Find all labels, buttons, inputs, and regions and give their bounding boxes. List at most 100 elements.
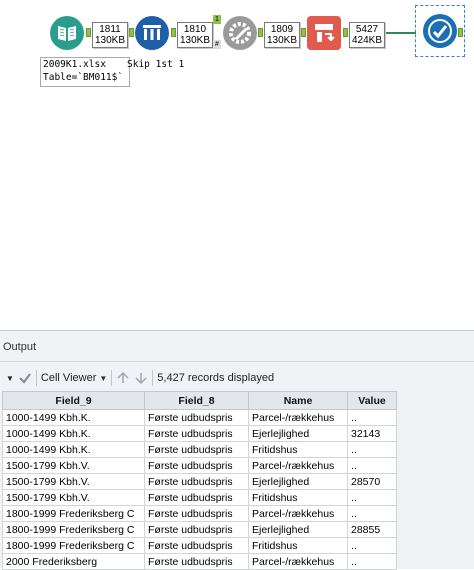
column-header[interactable]: Value — [347, 391, 397, 410]
table-cell[interactable]: .. — [347, 409, 397, 426]
table-cell[interactable]: Første udbudspris — [144, 457, 249, 474]
table-cell[interactable]: .. — [347, 537, 397, 554]
table-row[interactable]: 1000-1499 Kbh.K. Første udbudspris Parcel-… — [2, 409, 397, 426]
menu-dropdown-button[interactable]: ▼ — [6, 369, 14, 387]
record-count: 5427 — [355, 24, 379, 35]
table-cell[interactable]: 1500-1799 Kbh.V. — [2, 489, 145, 506]
cell-viewer-label: Cell Viewer — [40, 372, 97, 384]
table-cell[interactable]: Parcel-/rækkehus — [248, 409, 348, 426]
table-cell[interactable]: 1800-1999 Frederiksberg C — [2, 537, 145, 554]
table-row[interactable]: 1500-1799 Kbh.V. Første udbudspris Fritids… — [2, 489, 397, 506]
arrow-up-icon — [117, 371, 129, 383]
table-cell[interactable]: 2000 Frederiksberg — [2, 553, 145, 570]
table-row[interactable]: 1500-1799 Kbh.V. Første udbudspris Ejerlej… — [2, 473, 397, 490]
scroll-down-button[interactable] — [134, 369, 148, 387]
output-panel: Output ▼ Cell Viewer ▼ 5,427 records dis… — [0, 330, 474, 570]
table-cell[interactable]: Fritidshus — [248, 489, 348, 506]
workflow-canvas[interactable]: 1811 130KB 1810 130KB 1 # 1809 130KB 542… — [0, 0, 474, 330]
table-cell[interactable]: Første udbudspris — [144, 441, 249, 458]
table-cell[interactable]: Ejerlejlighed — [248, 425, 348, 442]
table-cell[interactable]: Første udbudspris — [144, 489, 249, 506]
column-header[interactable]: Field_9 — [2, 391, 145, 410]
column-header[interactable]: Field_8 — [144, 391, 249, 410]
output-anchor[interactable] — [258, 28, 263, 37]
table-row[interactable]: 1000-1499 Kbh.K. Første udbudspris Fritids… — [2, 441, 397, 458]
input-anchor[interactable] — [301, 28, 306, 37]
dynamic-rename-icon[interactable] — [223, 16, 257, 50]
table-cell[interactable]: Første udbudspris — [144, 505, 249, 522]
table-cell[interactable]: 1000-1499 Kbh.K. — [2, 409, 145, 426]
divider — [152, 370, 154, 386]
data-size: 130KB — [179, 35, 211, 46]
table-cell[interactable]: .. — [347, 505, 397, 522]
check-button[interactable] — [18, 369, 32, 387]
table-cell[interactable]: Fritidshus — [248, 441, 348, 458]
badge-icon: 1 — [213, 15, 221, 24]
browse-check-icon[interactable] — [423, 14, 457, 48]
results-toolbar: ▼ Cell Viewer ▼ 5,427 records displayed — [0, 367, 474, 389]
table-cell[interactable]: .. — [347, 441, 397, 458]
output-anchor[interactable] — [86, 28, 91, 37]
data-size: 130KB — [94, 35, 126, 46]
cell-viewer-dropdown[interactable]: Cell Viewer ▼ — [41, 369, 107, 387]
checkmark-icon — [19, 373, 31, 384]
table-cell[interactable]: 1000-1499 Kbh.K. — [2, 425, 145, 442]
output-anchor[interactable] — [458, 28, 463, 37]
table-cell[interactable]: 32143 — [347, 425, 397, 442]
select-records-icon[interactable] — [135, 16, 169, 50]
table-cell[interactable]: Første udbudspris — [144, 537, 249, 554]
table-cell[interactable]: Første udbudspris — [144, 473, 249, 490]
table-cell[interactable]: Ejerlejlighed — [248, 521, 348, 538]
table-row[interactable]: 1800-1999 Frederiksberg C Første udbudspr… — [2, 537, 397, 554]
table-cell[interactable]: Første udbudspris — [144, 553, 249, 570]
table-cell[interactable]: .. — [347, 457, 397, 474]
table-cell[interactable]: Parcel-/rækkehus — [248, 553, 348, 570]
connection-line[interactable] — [386, 32, 416, 34]
table-cell[interactable]: Parcel-/rækkehus — [248, 457, 348, 474]
chevron-down-icon: ▼ — [6, 373, 14, 383]
arrow-down-icon — [135, 373, 147, 385]
table-cell[interactable]: 1500-1799 Kbh.V. — [2, 457, 145, 474]
table-row[interactable]: 1000-1499 Kbh.K. Første udbudspris Ejerlej… — [2, 425, 397, 442]
input-data-book-icon[interactable] — [50, 16, 84, 50]
table-row[interactable]: 2000 Frederiksberg Første udbudspris Parce… — [2, 553, 397, 570]
table-row[interactable]: 1800-1999 Frederiksberg C Første udbudspr… — [2, 521, 397, 538]
output-anchor[interactable] — [343, 28, 348, 37]
input-anchor[interactable] — [129, 28, 134, 37]
table-cell[interactable]: 28855 — [347, 521, 397, 538]
table-cell[interactable]: Første udbudspris — [144, 521, 249, 538]
data-size: 424KB — [351, 35, 383, 46]
divider — [111, 370, 113, 386]
connection-stat-4: 5427 424KB — [349, 22, 385, 48]
table-cell[interactable]: Første udbudspris — [144, 409, 249, 426]
table-cell[interactable]: 1000-1499 Kbh.K. — [2, 441, 145, 458]
table-cell[interactable]: 1800-1999 Frederiksberg C — [2, 505, 145, 522]
header-row: Field_9 Field_8 Name Value — [2, 391, 397, 410]
table-cell[interactable]: .. — [347, 489, 397, 506]
table-cell[interactable]: 1500-1799 Kbh.V. — [2, 473, 145, 490]
badge-icon: # — [213, 40, 221, 49]
table-cell[interactable]: Fritidshus — [248, 537, 348, 554]
transpose-icon[interactable] — [307, 16, 341, 50]
results-grid[interactable]: Field_9 Field_8 Name Value 1000-1499 Kbh… — [2, 391, 397, 570]
records-status: 5,427 records displayed — [157, 372, 275, 384]
annotation-file: 2009K1.xlsx — [43, 59, 106, 70]
divider — [0, 361, 474, 362]
table-cell[interactable]: Parcel-/rækkehus — [248, 505, 348, 522]
connection-stat-2: 1810 130KB — [177, 22, 213, 48]
table-cell[interactable]: Ejerlejlighed — [248, 473, 348, 490]
chevron-down-icon: ▼ — [99, 373, 108, 383]
table-row[interactable]: 1800-1999 Frederiksberg C Første udbudspr… — [2, 505, 397, 522]
output-anchor[interactable] — [171, 28, 176, 37]
data-size: 130KB — [266, 35, 298, 46]
table-cell[interactable]: 1800-1999 Frederiksberg C — [2, 521, 145, 538]
scroll-up-button[interactable] — [116, 369, 130, 387]
record-count: 1809 — [270, 24, 294, 35]
table-row[interactable]: 1500-1799 Kbh.V. Første udbudspris Parcel-… — [2, 457, 397, 474]
table-cell[interactable]: .. — [347, 553, 397, 570]
column-header[interactable]: Name — [248, 391, 348, 410]
panel-title: Output — [3, 341, 37, 353]
record-count: 1810 — [183, 24, 207, 35]
table-cell[interactable]: 28570 — [347, 473, 397, 490]
table-cell[interactable]: Første udbudspris — [144, 425, 249, 442]
